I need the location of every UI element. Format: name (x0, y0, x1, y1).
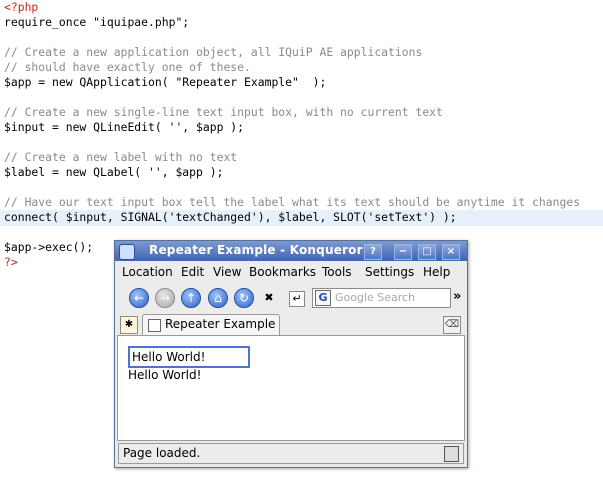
help-button[interactable]: ? (364, 244, 382, 260)
menu-bookmarks[interactable]: Bookmarks (249, 265, 316, 279)
close-tab-icon[interactable]: ⌫ (443, 316, 461, 334)
menu-location[interactable]: Location (122, 265, 173, 279)
menu-bar: Location Edit View Bookmarks Tools Setti… (115, 261, 467, 283)
menu-view[interactable]: View (213, 265, 241, 279)
maximize-button[interactable]: □ (418, 244, 436, 260)
app-icon[interactable] (119, 244, 135, 260)
up-icon[interactable]: ↑ (181, 288, 201, 308)
code-line-15: connect( $input, SIGNAL('textChanged'), … (4, 210, 457, 224)
page-icon (148, 319, 161, 332)
status-text: Page loaded. (123, 446, 201, 460)
home-icon[interactable]: ⌂ (208, 288, 228, 308)
menu-settings[interactable]: Settings (365, 265, 414, 279)
code-line-2: require_once "iquipae.php"; (4, 15, 190, 29)
go-icon[interactable]: ↵ (289, 291, 305, 307)
search-input[interactable] (335, 290, 445, 304)
close-button[interactable]: × (442, 244, 460, 260)
new-tab-icon[interactable]: ✱ (120, 316, 138, 334)
back-icon[interactable]: ← (129, 288, 149, 308)
minimize-button[interactable]: − (394, 244, 412, 260)
code-line-12: $label = new QLabel( '', $app ); (4, 165, 224, 179)
code-line-11: // Create a new label with no text (4, 150, 238, 164)
menu-edit[interactable]: Edit (181, 265, 204, 279)
stop-icon[interactable]: ✖ (262, 291, 276, 305)
google-icon[interactable]: G (315, 290, 331, 306)
text-input[interactable] (128, 346, 250, 368)
search-box[interactable]: G (312, 288, 451, 308)
window-titlebar[interactable]: Repeater Example - Konqueror ? − □ × (115, 241, 467, 261)
code-line-4: // Create a new application object, all … (4, 45, 423, 59)
code-line-18: ?> (4, 255, 18, 269)
konqueror-window[interactable]: Repeater Example - Konqueror ? − □ × Loc… (114, 240, 468, 468)
page-content: Hello World! (117, 335, 465, 441)
code-line-5: // should have exactly one of these. (4, 60, 251, 74)
forward-icon[interactable]: → (155, 288, 175, 308)
code-line-9: $input = new QLineEdit( '', $app ); (4, 120, 245, 134)
code-line-8: // Create a new single-line text input b… (4, 105, 443, 119)
code-line-14: // Have our text input box tell the labe… (4, 195, 581, 209)
code-line-17: $app->exec(); (4, 240, 94, 254)
main-toolbar: ← → ↑ ⌂ ↻ ✖ ↵ G » (115, 283, 467, 313)
toolbar-overflow-button[interactable]: » (453, 289, 461, 304)
code-line-1: <?php (4, 0, 39, 14)
echo-label: Hello World! (128, 368, 202, 382)
reload-icon[interactable]: ↻ (234, 288, 254, 308)
status-bar: Page loaded. (118, 443, 464, 464)
window-title: Repeater Example - Konqueror (149, 243, 363, 257)
tab-bar: ✱ Repeater Example ⌫ (115, 313, 467, 335)
menu-help[interactable]: Help (423, 265, 450, 279)
tab-label: Repeater Example (165, 317, 276, 331)
code-line-6: $app = new QApplication( "Repeater Examp… (4, 75, 327, 89)
menu-tools[interactable]: Tools (322, 265, 352, 279)
tab-repeater-example[interactable]: Repeater Example (142, 314, 280, 335)
security-icon[interactable] (444, 446, 459, 462)
